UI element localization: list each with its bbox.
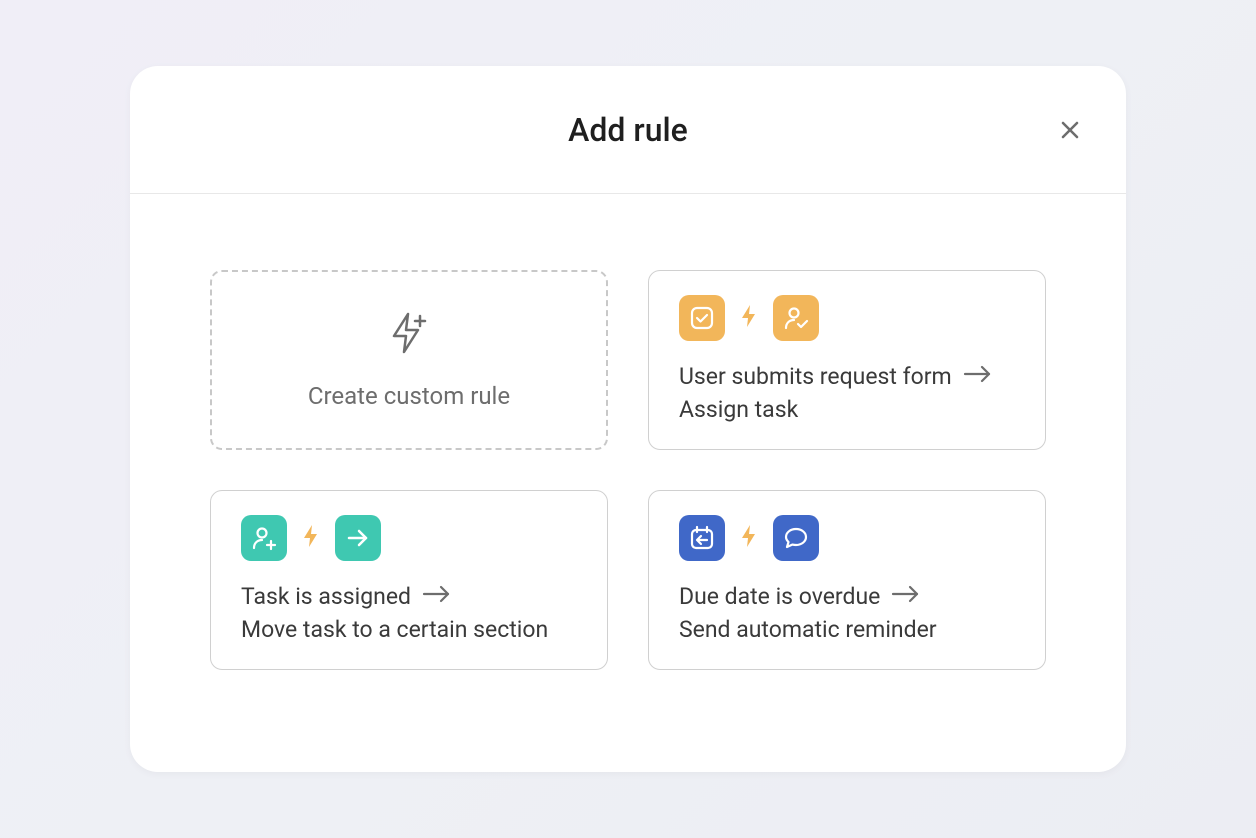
lightning-icon [739, 303, 759, 333]
trigger-row: Task is assigned [241, 583, 577, 610]
trigger-row: Due date is overdue [679, 583, 1015, 610]
rule-template-due-overdue[interactable]: Due date is overdue Send automatic remin… [648, 490, 1046, 670]
arrow-right-icon [421, 583, 453, 610]
arrow-right-icon [890, 583, 922, 610]
trigger-row: User submits request form [679, 363, 1015, 390]
template-icons [679, 295, 1015, 341]
rule-template-task-assigned[interactable]: Task is assigned Move task to a certain … [210, 490, 608, 670]
custom-rule-label: Create custom rule [308, 382, 510, 410]
rule-grid: Create custom rule [210, 270, 1046, 670]
calendar-back-icon [679, 515, 725, 561]
modal-title: Add rule [568, 111, 688, 149]
trigger-text: Task is assigned [241, 583, 411, 610]
add-rule-modal: Add rule Create custom rule [130, 66, 1126, 772]
close-button[interactable] [1054, 114, 1086, 146]
lightning-icon [301, 523, 321, 553]
close-icon [1058, 118, 1082, 142]
template-icons [679, 515, 1015, 561]
person-check-icon [773, 295, 819, 341]
chat-icon [773, 515, 819, 561]
lightning-icon [739, 523, 759, 553]
arrow-right-badge-icon [335, 515, 381, 561]
template-icons [241, 515, 577, 561]
modal-header: Add rule [130, 66, 1126, 194]
modal-body: Create custom rule [130, 194, 1126, 772]
rule-template-submit-form[interactable]: User submits request form Assign task [648, 270, 1046, 450]
action-text: Send automatic reminder [679, 616, 1015, 643]
action-text: Move task to a certain section [241, 616, 577, 643]
trigger-text: Due date is overdue [679, 583, 880, 610]
person-plus-icon [241, 515, 287, 561]
lightning-plus-icon [384, 308, 434, 362]
trigger-text: User submits request form [679, 363, 952, 390]
action-text: Assign task [679, 396, 1015, 423]
create-custom-rule-card[interactable]: Create custom rule [210, 270, 608, 450]
arrow-right-icon [962, 363, 994, 390]
checkbox-icon [679, 295, 725, 341]
